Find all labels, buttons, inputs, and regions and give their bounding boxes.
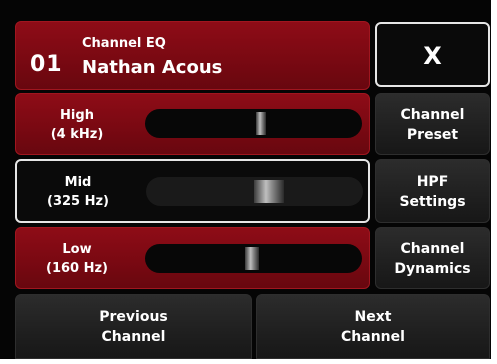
band-name: Mid xyxy=(64,175,92,190)
hpf-settings-label: HPF Settings xyxy=(376,160,489,212)
band-label-mid: Mid (325 Hz) xyxy=(17,173,139,211)
button-label-line: HPF xyxy=(416,174,449,190)
band-frequency: (4 kHz) xyxy=(50,127,104,142)
channel-name: Nathan Acous xyxy=(82,57,223,78)
band-label-high: High (4 kHz) xyxy=(16,106,138,144)
gain-slider-low[interactable] xyxy=(145,244,362,273)
button-label-line: Next xyxy=(354,309,392,325)
previous-channel-button[interactable]: Previous Channel xyxy=(15,294,252,359)
channel-dynamics-label: Channel Dynamics xyxy=(376,228,489,279)
band-frequency: (325 Hz) xyxy=(47,194,109,209)
close-button[interactable]: X xyxy=(375,22,490,87)
next-channel-button[interactable]: Next Channel xyxy=(256,294,490,359)
close-icon: X xyxy=(423,42,442,70)
band-row-low[interactable]: Low (160 Hz) xyxy=(15,227,370,289)
channel-preset-button[interactable]: Channel Preset xyxy=(375,93,490,155)
band-row-high[interactable]: High (4 kHz) xyxy=(15,93,370,155)
band-row-mid[interactable]: Mid (325 Hz) xyxy=(15,159,370,223)
button-label-line: Channel xyxy=(341,329,405,345)
button-label-line: Dynamics xyxy=(394,261,471,277)
channel-header: 01 Channel EQ Nathan Acous xyxy=(15,21,370,90)
gain-slider-mid[interactable] xyxy=(146,177,363,206)
slider-thumb[interactable] xyxy=(254,180,284,203)
next-channel-label: Next Channel xyxy=(257,307,489,347)
button-label-line: Settings xyxy=(399,194,466,210)
channel-preset-label: Channel Preset xyxy=(376,94,489,145)
band-frequency: (160 Hz) xyxy=(46,261,108,276)
band-name: Low xyxy=(62,242,92,257)
slider-thumb[interactable] xyxy=(256,112,266,135)
slider-thumb[interactable] xyxy=(245,247,259,270)
gain-slider-high[interactable] xyxy=(145,109,362,138)
band-label-low: Low (160 Hz) xyxy=(16,240,138,278)
channel-number: 01 xyxy=(30,52,63,77)
button-label-line: Channel xyxy=(400,241,465,257)
band-name: High xyxy=(60,108,94,123)
button-label-line: Previous xyxy=(99,309,168,325)
button-label-line: Preset xyxy=(406,127,459,143)
channel-dynamics-button[interactable]: Channel Dynamics xyxy=(375,227,490,289)
hpf-settings-button[interactable]: HPF Settings xyxy=(375,159,490,223)
screen-title: Channel EQ xyxy=(82,36,166,51)
channel-eq-screen: 01 Channel EQ Nathan Acous X High (4 kHz… xyxy=(0,0,491,359)
previous-channel-label: Previous Channel xyxy=(16,307,251,347)
button-label-line: Channel xyxy=(400,107,465,123)
button-label-line: Channel xyxy=(101,329,166,345)
